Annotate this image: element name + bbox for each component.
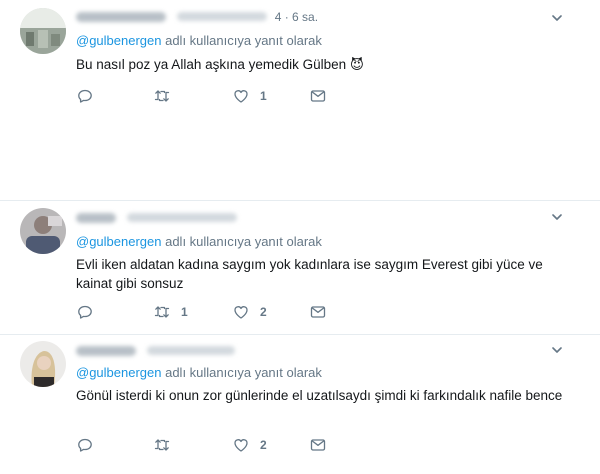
tweet-header: 4 · 6 sa. (76, 9, 318, 27)
author-handle[interactable] (147, 346, 236, 356)
like-button[interactable]: 2 (232, 303, 267, 321)
tweet-3[interactable]: @gulbenergen adlı kullanıcıya yanıt olar… (0, 335, 600, 474)
like-icon (234, 439, 248, 452)
reply-icon (78, 89, 92, 103)
avatar-image (20, 208, 66, 254)
like-count: 1 (260, 89, 267, 103)
tweet-time[interactable]: 4 · 6 sa. (275, 10, 318, 24)
reply-context-label: adlı kullanıcıya yanıt olarak (161, 33, 322, 48)
retweet-button[interactable] (153, 87, 181, 105)
retweet-button[interactable] (153, 436, 181, 454)
direct-message-button[interactable] (309, 87, 327, 105)
chevron-down-icon[interactable] (552, 13, 562, 23)
author-name[interactable] (76, 212, 116, 223)
reply-context-label: adlı kullanıcıya yanıt olarak (161, 365, 322, 380)
reply-context: @gulbenergen adlı kullanıcıya yanıt olar… (76, 365, 322, 380)
reply-context: @gulbenergen adlı kullanıcıya yanıt olar… (76, 33, 322, 48)
reply-icon (78, 305, 92, 319)
avatar[interactable] (20, 208, 66, 254)
avatar[interactable] (20, 341, 66, 387)
author-handle[interactable] (177, 12, 268, 22)
tweet-header (76, 343, 239, 361)
tweet-text: Evli iken aldatan kadına saygım yok kadı… (76, 257, 543, 291)
retweet-button[interactable]: 1 (153, 303, 188, 321)
author-name[interactable] (76, 11, 166, 22)
like-button[interactable]: 1 (232, 87, 267, 105)
tweet-header (76, 210, 241, 228)
reply-button[interactable] (76, 303, 104, 321)
like-button[interactable]: 2 (232, 436, 267, 454)
retweet-icon (154, 306, 170, 318)
chevron-down-icon[interactable] (552, 212, 562, 222)
avatar-image (20, 341, 66, 387)
like-icon (234, 90, 248, 103)
like-icon (234, 306, 248, 319)
like-count: 2 (260, 305, 267, 319)
reply-button[interactable] (76, 436, 104, 454)
retweet-icon (154, 90, 170, 102)
direct-message-button[interactable] (309, 436, 327, 454)
message-icon (310, 306, 326, 318)
message-icon (310, 90, 326, 102)
avatar-image (20, 8, 66, 54)
reply-mention-link[interactable]: @gulbenergen (76, 234, 161, 249)
author-handle[interactable] (127, 213, 238, 223)
avatar[interactable] (20, 8, 66, 54)
like-count: 2 (260, 438, 267, 452)
reply-context: @gulbenergen adlı kullanıcıya yanıt olar… (76, 234, 322, 249)
reply-icon (78, 438, 92, 452)
tweet-2[interactable]: @gulbenergen adlı kullanıcıya yanıt olar… (0, 201, 600, 334)
message-icon (310, 439, 326, 451)
tweet-1[interactable]: 4 · 6 sa. @gulbenergen adlı kullanıcıya … (0, 0, 600, 200)
reply-mention-link[interactable]: @gulbenergen (76, 33, 161, 48)
reply-button[interactable] (76, 87, 104, 105)
tweet-text: Bu nasıl poz ya Allah aşkına yemedik Gül… (76, 57, 364, 72)
chevron-down-icon[interactable] (552, 345, 562, 355)
retweet-count: 1 (181, 305, 188, 319)
tweet-text: Gönül isterdi ki onun zor günlerinde el … (76, 388, 563, 403)
author-name[interactable] (76, 345, 136, 356)
reply-context-label: adlı kullanıcıya yanıt olarak (161, 234, 322, 249)
retweet-icon (154, 439, 170, 451)
direct-message-button[interactable] (309, 303, 327, 321)
reply-mention-link[interactable]: @gulbenergen (76, 365, 161, 380)
